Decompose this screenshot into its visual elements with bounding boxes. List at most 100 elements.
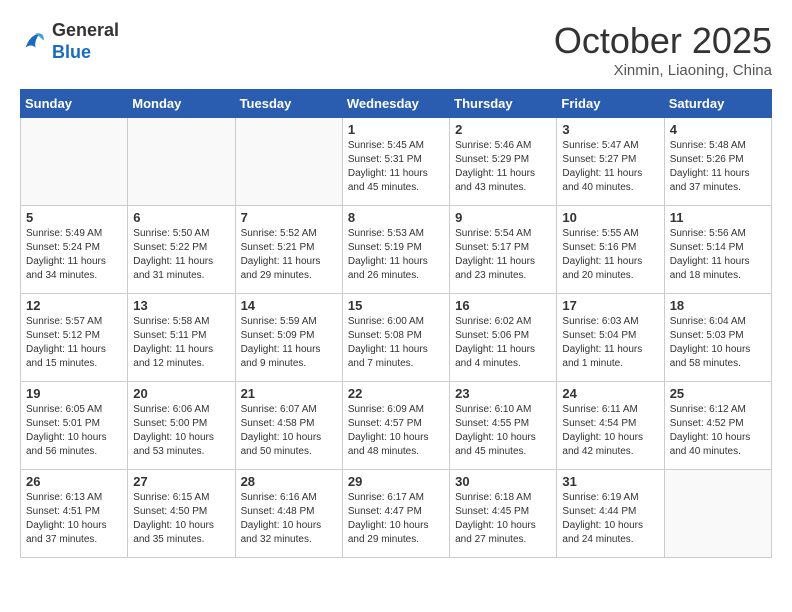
day-info: Sunrise: 5:55 AM Sunset: 5:16 PM Dayligh… [562, 227, 658, 283]
day-number: 2 [455, 122, 551, 137]
logo: General Blue [20, 20, 119, 63]
day-info: Sunrise: 5:45 AM Sunset: 5:31 PM Dayligh… [348, 139, 444, 195]
weekday-header-tuesday: Tuesday [235, 90, 342, 118]
day-number: 1 [348, 122, 444, 137]
calendar-cell: 11 Sunrise: 5:56 AM Sunset: 5:14 PM Dayli… [664, 206, 771, 294]
calendar-cell: 6 Sunrise: 5:50 AM Sunset: 5:22 PM Daylig… [128, 206, 235, 294]
day-number: 11 [670, 210, 766, 225]
day-info: Sunrise: 5:48 AM Sunset: 5:26 PM Dayligh… [670, 139, 766, 195]
day-number: 6 [133, 210, 229, 225]
calendar-cell: 29 Sunrise: 6:17 AM Sunset: 4:47 PM Dayli… [342, 470, 449, 558]
day-info: Sunrise: 6:03 AM Sunset: 5:04 PM Dayligh… [562, 315, 658, 371]
logo-icon [20, 28, 48, 56]
day-info: Sunrise: 6:02 AM Sunset: 5:06 PM Dayligh… [455, 315, 551, 371]
calendar-cell [21, 118, 128, 206]
day-info: Sunrise: 5:50 AM Sunset: 5:22 PM Dayligh… [133, 227, 229, 283]
day-info: Sunrise: 5:49 AM Sunset: 5:24 PM Dayligh… [26, 227, 122, 283]
calendar-cell: 30 Sunrise: 6:18 AM Sunset: 4:45 PM Dayli… [450, 470, 557, 558]
calendar-cell [128, 118, 235, 206]
day-number: 10 [562, 210, 658, 225]
day-info: Sunrise: 6:09 AM Sunset: 4:57 PM Dayligh… [348, 403, 444, 459]
calendar-week-row: 19Sunrise: 6:05 AM Sunset: 5:01 PM Dayli… [21, 382, 772, 470]
calendar-cell: 3Sunrise: 5:47 AM Sunset: 5:27 PM Daylig… [557, 118, 664, 206]
day-info: Sunrise: 5:58 AM Sunset: 5:11 PM Dayligh… [133, 315, 229, 371]
day-number: 24 [562, 386, 658, 401]
calendar-cell: 20Sunrise: 6:06 AM Sunset: 5:00 PM Dayli… [128, 382, 235, 470]
day-number: 4 [670, 122, 766, 137]
calendar-cell: 10 Sunrise: 5:55 AM Sunset: 5:16 PM Dayli… [557, 206, 664, 294]
day-number: 16 [455, 298, 551, 313]
calendar-table: SundayMondayTuesdayWednesdayThursdayFrid… [20, 89, 772, 558]
calendar-cell: 9 Sunrise: 5:54 AM Sunset: 5:17 PM Daylig… [450, 206, 557, 294]
calendar-cell: 5 Sunrise: 5:49 AM Sunset: 5:24 PM Daylig… [21, 206, 128, 294]
day-info: Sunrise: 5:57 AM Sunset: 5:12 PM Dayligh… [26, 315, 122, 371]
day-number: 29 [348, 474, 444, 489]
day-number: 28 [241, 474, 337, 489]
calendar-cell [235, 118, 342, 206]
calendar-week-row: 1 Sunrise: 5:45 AM Sunset: 5:31 PM Daylig… [21, 118, 772, 206]
calendar-week-row: 5 Sunrise: 5:49 AM Sunset: 5:24 PM Daylig… [21, 206, 772, 294]
weekday-header-wednesday: Wednesday [342, 90, 449, 118]
day-info: Sunrise: 6:17 AM Sunset: 4:47 PM Dayligh… [348, 491, 444, 547]
calendar-cell: 25Sunrise: 6:12 AM Sunset: 4:52 PM Dayli… [664, 382, 771, 470]
calendar-cell: 13 Sunrise: 5:58 AM Sunset: 5:11 PM Dayli… [128, 294, 235, 382]
weekday-header-thursday: Thursday [450, 90, 557, 118]
calendar-cell: 31Sunrise: 6:19 AM Sunset: 4:44 PM Dayli… [557, 470, 664, 558]
day-info: Sunrise: 5:53 AM Sunset: 5:19 PM Dayligh… [348, 227, 444, 283]
calendar-week-row: 26 Sunrise: 6:13 AM Sunset: 4:51 PM Dayli… [21, 470, 772, 558]
calendar-cell: 28Sunrise: 6:16 AM Sunset: 4:48 PM Dayli… [235, 470, 342, 558]
weekday-header-row: SundayMondayTuesdayWednesdayThursdayFrid… [21, 90, 772, 118]
day-info: Sunrise: 6:12 AM Sunset: 4:52 PM Dayligh… [670, 403, 766, 459]
day-number: 15 [348, 298, 444, 313]
calendar-cell: 16 Sunrise: 6:02 AM Sunset: 5:06 PM Dayli… [450, 294, 557, 382]
calendar-cell: 23Sunrise: 6:10 AM Sunset: 4:55 PM Dayli… [450, 382, 557, 470]
calendar-cell: 12 Sunrise: 5:57 AM Sunset: 5:12 PM Dayli… [21, 294, 128, 382]
day-number: 27 [133, 474, 229, 489]
day-info: Sunrise: 6:04 AM Sunset: 5:03 PM Dayligh… [670, 315, 766, 371]
calendar-cell: 19Sunrise: 6:05 AM Sunset: 5:01 PM Dayli… [21, 382, 128, 470]
day-info: Sunrise: 6:18 AM Sunset: 4:45 PM Dayligh… [455, 491, 551, 547]
day-number: 5 [26, 210, 122, 225]
day-info: Sunrise: 5:56 AM Sunset: 5:14 PM Dayligh… [670, 227, 766, 283]
day-number: 12 [26, 298, 122, 313]
day-info: Sunrise: 6:10 AM Sunset: 4:55 PM Dayligh… [455, 403, 551, 459]
day-number: 30 [455, 474, 551, 489]
calendar-cell: 2Sunrise: 5:46 AM Sunset: 5:29 PM Daylig… [450, 118, 557, 206]
day-number: 19 [26, 386, 122, 401]
calendar-cell: 27Sunrise: 6:15 AM Sunset: 4:50 PM Dayli… [128, 470, 235, 558]
calendar-cell: 22Sunrise: 6:09 AM Sunset: 4:57 PM Dayli… [342, 382, 449, 470]
calendar-cell: 24 Sunrise: 6:11 AM Sunset: 4:54 PM Dayli… [557, 382, 664, 470]
day-info: Sunrise: 5:59 AM Sunset: 5:09 PM Dayligh… [241, 315, 337, 371]
logo-text: General Blue [52, 20, 119, 63]
calendar-cell: 18 Sunrise: 6:04 AM Sunset: 5:03 PM Dayli… [664, 294, 771, 382]
day-info: Sunrise: 6:11 AM Sunset: 4:54 PM Dayligh… [562, 403, 658, 459]
day-info: Sunrise: 6:07 AM Sunset: 4:58 PM Dayligh… [241, 403, 337, 459]
page-header: General Blue October 2025 Xinmin, Liaoni… [20, 20, 772, 79]
calendar-cell: 14 Sunrise: 5:59 AM Sunset: 5:09 PM Dayli… [235, 294, 342, 382]
day-info: Sunrise: 6:00 AM Sunset: 5:08 PM Dayligh… [348, 315, 444, 371]
day-info: Sunrise: 5:54 AM Sunset: 5:17 PM Dayligh… [455, 227, 551, 283]
month-title: October 2025 [554, 20, 772, 62]
day-info: Sunrise: 6:13 AM Sunset: 4:51 PM Dayligh… [26, 491, 122, 547]
weekday-header-friday: Friday [557, 90, 664, 118]
title-block: October 2025 Xinmin, Liaoning, China [554, 20, 772, 79]
location-subtitle: Xinmin, Liaoning, China [554, 62, 772, 79]
calendar-cell [664, 470, 771, 558]
day-number: 26 [26, 474, 122, 489]
day-number: 13 [133, 298, 229, 313]
calendar-cell: 1 Sunrise: 5:45 AM Sunset: 5:31 PM Daylig… [342, 118, 449, 206]
weekday-header-monday: Monday [128, 90, 235, 118]
day-number: 20 [133, 386, 229, 401]
calendar-cell: 17Sunrise: 6:03 AM Sunset: 5:04 PM Dayli… [557, 294, 664, 382]
day-number: 18 [670, 298, 766, 313]
day-number: 8 [348, 210, 444, 225]
weekday-header-saturday: Saturday [664, 90, 771, 118]
day-info: Sunrise: 6:19 AM Sunset: 4:44 PM Dayligh… [562, 491, 658, 547]
day-number: 21 [241, 386, 337, 401]
calendar-cell: 21 Sunrise: 6:07 AM Sunset: 4:58 PM Dayli… [235, 382, 342, 470]
day-number: 9 [455, 210, 551, 225]
day-number: 7 [241, 210, 337, 225]
weekday-header-sunday: Sunday [21, 90, 128, 118]
day-number: 14 [241, 298, 337, 313]
day-number: 3 [562, 122, 658, 137]
